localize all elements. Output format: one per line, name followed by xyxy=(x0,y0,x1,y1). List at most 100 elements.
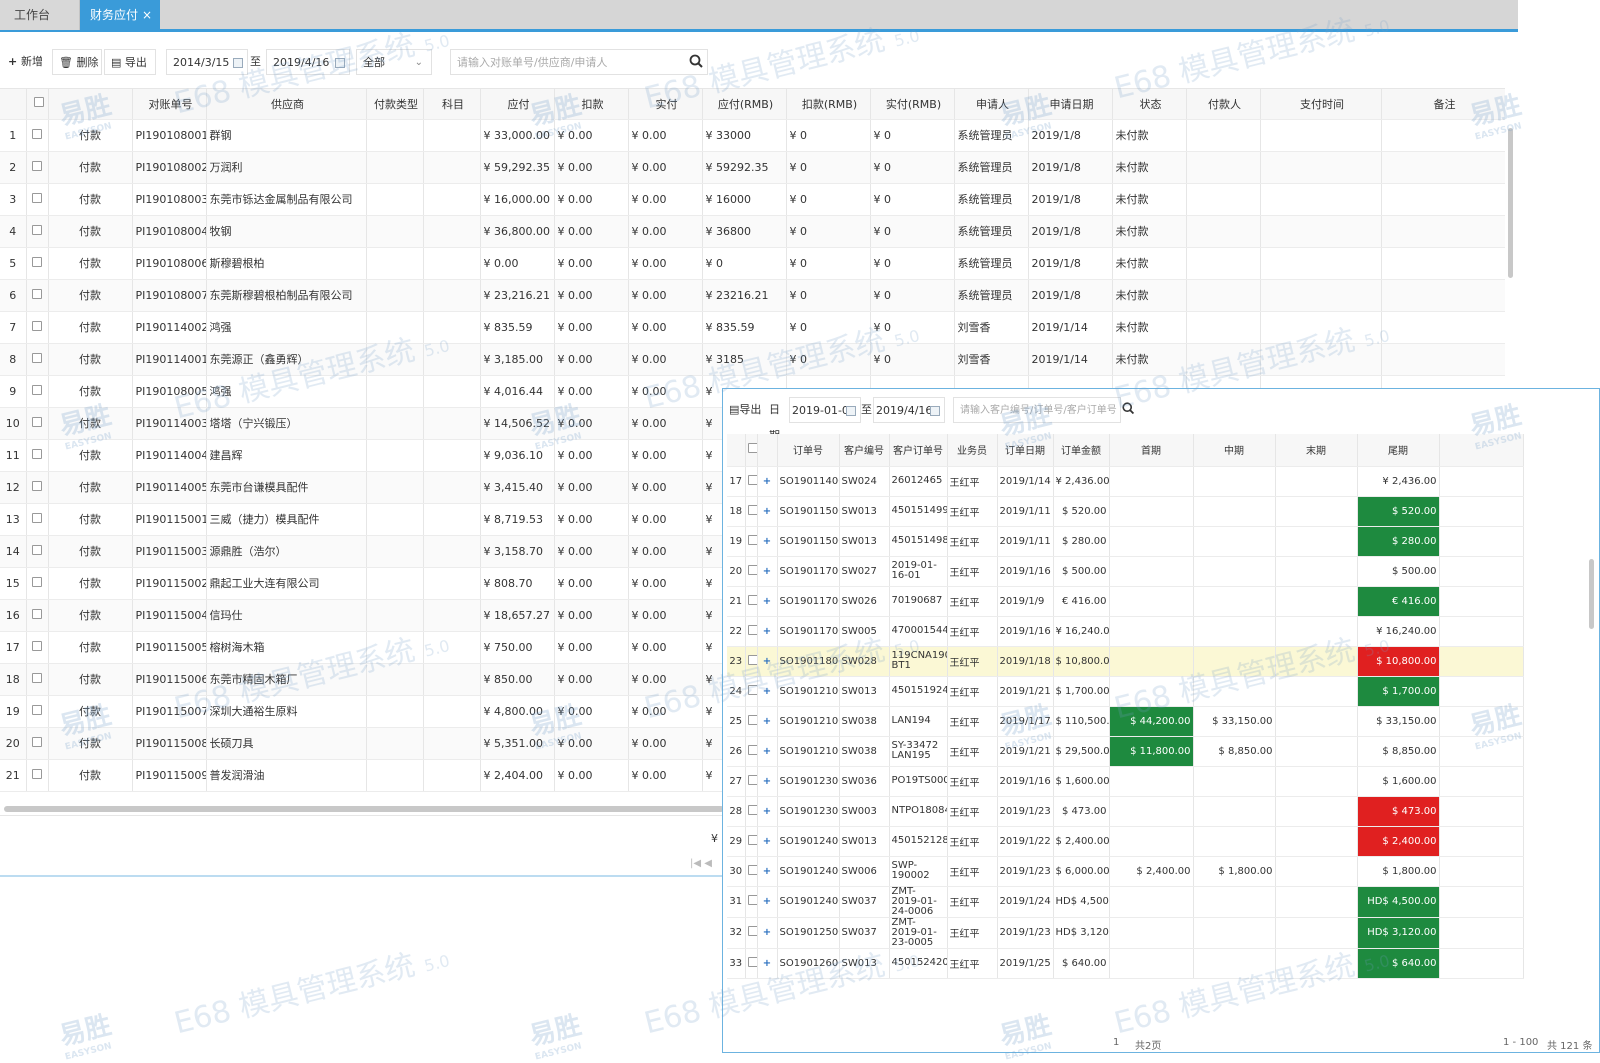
table-row[interactable]: 5 付款 PI190108006 斯穆碧根柏 ¥ 0.00 ¥ 0.00 ¥ 0.00 ¥ 0… xyxy=(0,247,1505,280)
expand-plus-icon[interactable]: + xyxy=(757,556,778,587)
table-row[interactable]: 31 +SO190124003SW037ZMT-2019-01-24-0006王红… xyxy=(727,886,1524,918)
table-row[interactable]: 24 +SO190121001SW0134501519248王红平2019/1/2… xyxy=(727,676,1524,707)
pay-link[interactable]: 付款 xyxy=(48,535,133,568)
col-header[interactable]: 业务员 xyxy=(947,434,998,467)
col-header[interactable]: 应付(RMB) xyxy=(702,89,787,120)
col-header[interactable]: 备注 xyxy=(1381,89,1505,120)
pay-link[interactable]: 付款 xyxy=(48,439,133,472)
row-checkbox[interactable] xyxy=(26,631,49,664)
col-header[interactable]: 尾期 xyxy=(1357,434,1440,467)
table-row[interactable]: 27 +SO190123001SW036PO19TS00000王红平2019/1/… xyxy=(727,766,1524,797)
table-row[interactable]: 8 付款 PI190114001 东莞源正（鑫勇辉） ¥ 3,185.00 ¥ 0.00 ¥… xyxy=(0,343,1505,376)
expand-plus-icon[interactable]: + xyxy=(757,917,778,949)
row-checkbox[interactable] xyxy=(745,616,758,647)
row-checkbox[interactable] xyxy=(745,736,758,767)
sub-search-input[interactable]: 请输入客户编号/订单号/客户订单号 xyxy=(953,397,1121,423)
pay-link[interactable]: 付款 xyxy=(48,215,133,248)
checkbox-icon[interactable] xyxy=(32,384,42,395)
pay-link[interactable]: 付款 xyxy=(48,407,133,440)
col-header[interactable]: 对账单号 xyxy=(132,89,207,120)
date-to-field[interactable]: 2019/4/16 xyxy=(266,49,350,75)
col-header[interactable]: 供应商 xyxy=(206,89,367,120)
pay-link[interactable]: 付款 xyxy=(48,759,133,792)
tab-finance-payable[interactable]: 财务应付 × xyxy=(80,0,160,30)
table-row[interactable]: 22 +SO190117003SW0054700015440王红平2019/1/1… xyxy=(727,616,1524,647)
col-header[interactable]: 首期 xyxy=(1109,434,1194,467)
checkbox-icon[interactable] xyxy=(32,512,42,523)
row-checkbox[interactable] xyxy=(26,439,49,472)
pay-link[interactable]: 付款 xyxy=(48,599,133,632)
row-checkbox[interactable] xyxy=(745,496,758,527)
checkbox-icon[interactable] xyxy=(32,640,42,651)
sub-date-from-field[interactable]: 2019-01-01 xyxy=(789,397,861,423)
expand-plus-icon[interactable]: + xyxy=(757,736,778,767)
expand-plus-icon[interactable]: + xyxy=(757,796,778,827)
row-checkbox[interactable] xyxy=(745,796,758,827)
checkbox-icon[interactable] xyxy=(32,288,42,299)
table-row[interactable]: 23 +SO190118001SW028119CNA19010-BT1王红平201… xyxy=(727,646,1524,677)
search-input[interactable]: 请输入对账单号/供应商/申请人 xyxy=(450,49,708,75)
sub-date-to-field[interactable]: 2019/4/16 xyxy=(873,397,945,423)
checkbox-icon[interactable] xyxy=(747,504,756,515)
checkbox-icon[interactable] xyxy=(747,804,756,815)
checkbox-icon[interactable] xyxy=(32,480,42,491)
col-header[interactable]: 付款人 xyxy=(1186,89,1261,120)
col-header[interactable]: 实付(RMB) xyxy=(870,89,955,120)
checkbox-icon[interactable] xyxy=(747,744,756,755)
pay-link[interactable]: 付款 xyxy=(48,503,133,536)
row-checkbox[interactable] xyxy=(745,466,758,497)
row-checkbox[interactable] xyxy=(745,676,758,707)
checkbox-icon[interactable] xyxy=(747,926,756,936)
pay-link[interactable]: 付款 xyxy=(48,695,133,728)
expand-plus-icon[interactable]: + xyxy=(757,886,778,918)
table-row[interactable]: 18 +SO190115001SW0134501514998王红平2019/1/1… xyxy=(727,496,1524,527)
checkbox-icon[interactable] xyxy=(747,594,756,605)
checkbox-icon[interactable] xyxy=(33,97,44,108)
expand-plus-icon[interactable]: + xyxy=(757,766,778,797)
expand-plus-icon[interactable]: + xyxy=(757,948,778,979)
row-checkbox[interactable] xyxy=(26,279,49,312)
row-checkbox[interactable] xyxy=(26,759,49,792)
col-header[interactable]: 实付 xyxy=(628,89,703,120)
checkbox-icon[interactable] xyxy=(747,654,756,665)
checkbox-icon[interactable] xyxy=(32,608,42,619)
pay-link[interactable]: 付款 xyxy=(48,471,133,504)
expand-plus-icon[interactable]: + xyxy=(757,826,778,857)
col-header[interactable]: 订单号 xyxy=(777,434,840,467)
row-checkbox[interactable] xyxy=(745,766,758,797)
row-checkbox[interactable] xyxy=(26,535,49,568)
col-header[interactable]: 订单日期 xyxy=(997,434,1054,467)
checkbox-icon[interactable] xyxy=(747,534,756,545)
pay-link[interactable]: 付款 xyxy=(48,663,133,696)
expand-plus-icon[interactable]: + xyxy=(757,466,778,497)
expand-plus-icon[interactable]: + xyxy=(757,586,778,617)
checkbox-icon[interactable] xyxy=(32,576,42,587)
checkbox-icon[interactable] xyxy=(747,834,756,845)
row-checkbox[interactable] xyxy=(745,826,758,857)
table-row[interactable]: 30 +SO190124002SW006SWP-190002王红平2019/1/2… xyxy=(727,856,1524,887)
table-row[interactable]: 26 +SO190121003SW038SY-33472 LAN195王红平201… xyxy=(727,736,1524,767)
pay-link[interactable]: 付款 xyxy=(48,151,133,184)
search-icon[interactable] xyxy=(1121,401,1137,417)
table-row[interactable]: 2 付款 PI190108002 万润利 ¥ 59,292.35 ¥ 0.00 ¥ 0.00… xyxy=(0,151,1505,184)
checkbox-icon[interactable] xyxy=(32,192,42,203)
checkbox-icon[interactable] xyxy=(747,956,756,967)
expand-plus-icon[interactable]: + xyxy=(757,616,778,647)
close-icon[interactable]: × xyxy=(142,0,152,30)
row-checkbox[interactable] xyxy=(745,856,758,887)
row-checkbox[interactable] xyxy=(745,706,758,737)
checkbox-icon[interactable] xyxy=(747,895,756,905)
sub-vertical-scrollbar[interactable] xyxy=(1589,559,1594,629)
date-from-field[interactable]: 2014/3/15 xyxy=(166,49,248,75)
tab-workbench[interactable]: 工作台 xyxy=(0,0,80,30)
col-header[interactable]: 状态 xyxy=(1112,89,1187,120)
table-row[interactable]: 32 +SO190125001SW037ZMT-2019-01-23-0005王红… xyxy=(727,917,1524,949)
pay-link[interactable]: 付款 xyxy=(48,183,133,216)
row-checkbox[interactable] xyxy=(26,311,49,344)
checkbox-icon[interactable] xyxy=(32,224,42,235)
checkbox-icon[interactable] xyxy=(32,544,42,555)
pay-link[interactable]: 付款 xyxy=(48,279,133,312)
row-checkbox[interactable] xyxy=(26,727,49,760)
sub-export-button[interactable]: ▤导出 xyxy=(727,397,763,423)
row-checkbox[interactable] xyxy=(745,917,758,949)
